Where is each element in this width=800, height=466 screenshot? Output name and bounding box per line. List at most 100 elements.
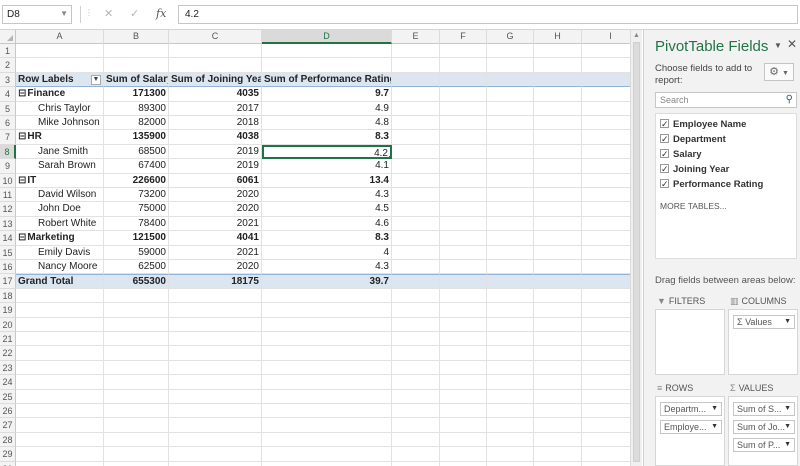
cell-c22[interactable] [169,346,262,361]
cell-a10[interactable]: ⊟IT [16,173,104,188]
row-header[interactable]: 25 [0,389,16,404]
cell-d3[interactable]: Sum of Performance Rating [262,72,392,88]
cell-e24[interactable] [392,375,440,390]
cell-c4[interactable]: 4035 [169,87,262,102]
scroll-up-icon[interactable]: ▲ [633,32,640,39]
cell-c2[interactable] [169,58,262,73]
cell-e4[interactable] [392,87,440,102]
cell-a26[interactable] [16,404,104,419]
cell-g19[interactable] [487,303,534,318]
cell-d19[interactable] [262,303,392,318]
cell-b18[interactable] [104,288,169,304]
cell-i12[interactable] [582,202,630,217]
cell-a15[interactable]: Emily Davis [16,245,104,260]
cell-h4[interactable] [534,87,582,102]
row-header[interactable]: 13 [0,216,16,232]
cell-d22[interactable] [262,346,392,361]
cell-d20[interactable] [262,317,392,332]
cancel-icon[interactable]: ✕ [104,7,113,20]
cell-g23[interactable] [487,360,534,376]
cell-i17[interactable] [582,274,630,289]
collapse-icon[interactable]: ⊟ [18,88,26,99]
cell-h21[interactable] [534,332,582,347]
checkbox-checked-icon[interactable] [660,132,669,146]
cell-b27[interactable] [104,418,169,433]
cell-a17[interactable]: Grand Total [16,274,104,289]
cell-g14[interactable] [487,231,534,246]
checkbox-checked-icon[interactable] [660,162,669,176]
cell-a8[interactable]: Jane Smith [16,144,104,160]
cell-a3[interactable]: Row Labels ▼ [16,72,104,88]
cell-c10[interactable]: 6061 [169,173,262,188]
values-chip[interactable]: Sum of S... ▼ [733,402,795,416]
cell-f1[interactable] [440,44,487,59]
cell-e30[interactable] [392,461,440,466]
cell-i2[interactable] [582,58,630,73]
cell-f28[interactable] [440,432,487,448]
row-header[interactable]: 2 [0,58,16,73]
cell-h11[interactable] [534,188,582,203]
cell-a20[interactable] [16,317,104,332]
chevron-down-icon[interactable]: ▼ [711,403,718,415]
cell-d6[interactable]: 4.8 [262,116,392,131]
cell-e2[interactable] [392,58,440,73]
cell-f10[interactable] [440,173,487,188]
cell-i4[interactable] [582,87,630,102]
cell-g13[interactable] [487,216,534,232]
cell-c19[interactable] [169,303,262,318]
rows-area[interactable]: Departm... ▼ Employe... ▼ [655,396,725,466]
cell-e29[interactable] [392,447,440,462]
cell-i23[interactable] [582,361,630,376]
chevron-down-icon[interactable]: ▼ [784,316,791,328]
cell-g1[interactable] [487,44,534,59]
chevron-down-icon[interactable]: ▼ [784,403,791,415]
cell-c3[interactable]: Sum of Joining Year [169,72,262,88]
cell-b19[interactable] [104,303,169,318]
cell-i3[interactable] [582,72,630,88]
cell-g28[interactable] [487,432,534,448]
field-salary[interactable]: Salary [660,147,702,162]
filter-dropdown-icon[interactable]: ▼ [91,74,101,85]
cell-i27[interactable] [582,418,630,433]
cell-f18[interactable] [440,288,487,304]
cell-b21[interactable] [104,332,169,347]
cell-d10[interactable]: 13.4 [262,173,392,188]
cell-d11[interactable]: 4.3 [262,188,392,203]
cell-b10[interactable]: 226600 [104,173,169,188]
cell-h28[interactable] [534,432,582,448]
cell-d18[interactable] [262,288,392,304]
row-header[interactable]: 10 [0,173,16,188]
field-performance-rating[interactable]: Performance Rating [660,177,763,192]
columns-area[interactable]: Σ Values ▼ [728,309,798,375]
cell-d29[interactable] [262,447,392,462]
cell-i15[interactable] [582,246,630,260]
cell-h18[interactable] [534,288,582,304]
cell-e7[interactable] [392,130,440,145]
cell-d30[interactable] [262,461,392,466]
cell-e26[interactable] [392,404,440,419]
cell-c30[interactable] [169,461,262,466]
cell-b3[interactable]: Sum of Salary [104,72,169,88]
cell-e17[interactable] [392,274,440,289]
cell-c1[interactable] [169,44,262,59]
filters-area[interactable] [655,309,725,375]
row-header[interactable]: 24 [0,375,16,390]
cell-a24[interactable] [16,375,104,390]
cell-g29[interactable] [487,447,534,462]
cell-a22[interactable] [16,346,104,361]
cell-i21[interactable] [582,332,630,347]
more-tables-link[interactable]: MORE TABLES... [660,201,727,211]
cell-i14[interactable] [582,231,630,246]
cell-c16[interactable]: 2020 [169,260,262,275]
column-header-c[interactable]: C [169,30,262,44]
cell-h22[interactable] [534,346,582,361]
cell-a13[interactable]: Robert White [16,216,104,232]
collapse-icon[interactable]: ⊟ [18,131,26,142]
cell-d24[interactable] [262,375,392,390]
cell-b29[interactable] [104,447,169,462]
cell-h7[interactable] [534,130,582,145]
cell-d14[interactable]: 8.3 [262,231,392,246]
cell-c21[interactable] [169,332,262,347]
cell-b17[interactable]: 655300 [104,274,169,289]
cell-b1[interactable] [104,44,169,59]
